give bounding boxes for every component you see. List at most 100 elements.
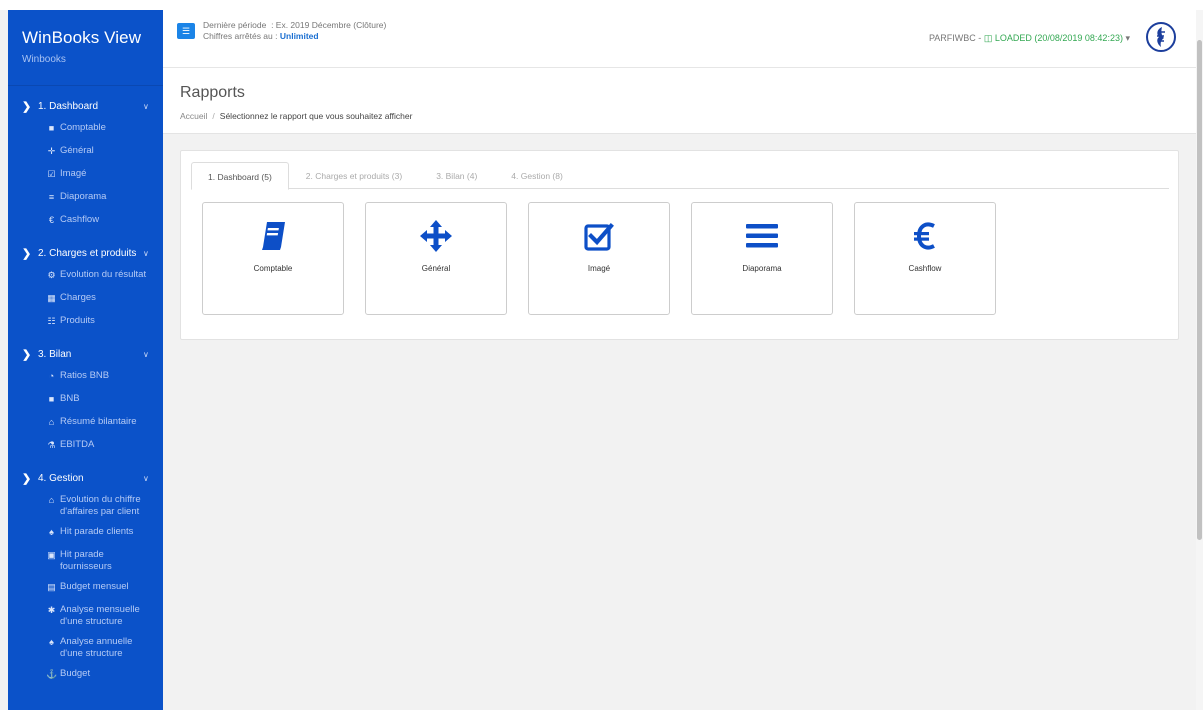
breadcrumb: Accueil / Sélectionnez le rapport que vous…: [180, 111, 1196, 121]
tab-gestion[interactable]: 4. Gestion (8): [494, 162, 580, 189]
euro-icon: [913, 221, 937, 251]
tab-dashboard[interactable]: 1. Dashboard (5): [191, 162, 289, 190]
reports-panel: 1. Dashboard (5) 2. Charges et produits …: [180, 150, 1179, 340]
sidebar-item[interactable]: ✱ Analyse mensuelle d'une structure: [8, 600, 163, 632]
user-avatar[interactable]: [1146, 22, 1176, 52]
check-square-icon: ☑: [47, 169, 56, 179]
chevron-down-icon: ∨: [143, 102, 149, 111]
tab-bilan[interactable]: 3. Bilan (4): [419, 162, 494, 189]
sidebar-item[interactable]: ⚗ EBITDA: [8, 435, 163, 458]
chevron-down-icon: ∨: [143, 350, 149, 359]
report-tile-diaporama[interactable]: Diaporama: [691, 202, 833, 315]
report-tile-comptable[interactable]: Comptable: [202, 202, 344, 315]
sidebar-item[interactable]: ♠ Hit parade clients: [8, 522, 163, 545]
topbar: ☰ Dernière période : Ex. 2019 Décembre (…: [163, 10, 1196, 68]
sidebar-item[interactable]: ■ BNB: [8, 389, 163, 412]
sidebar-item[interactable]: ▤ Budget mensuel: [8, 577, 163, 600]
database-status-dropdown[interactable]: PARFIWBC - ◫ LOADED (20/08/2019 08:42:23…: [929, 33, 1130, 44]
loaded-label: LOADED: [994, 33, 1032, 43]
check-square-icon: [584, 221, 614, 251]
database-icon: ◫: [983, 33, 993, 43]
euro-icon: €: [48, 215, 54, 225]
report-tabs: 1. Dashboard (5) 2. Charges et produits …: [191, 162, 1169, 190]
menu-toggle-button[interactable]: ☰: [177, 23, 195, 39]
sidebar-item[interactable]: ⌂ Résumé bilantaire: [8, 412, 163, 435]
sidebar-item-label: Analyse annuelle d'une structure: [60, 636, 133, 659]
sidebar-section-toggle-gestion[interactable]: ❯ 4. Gestion ∨: [8, 467, 163, 490]
list-icon: [746, 221, 778, 251]
sidebar-section-gestion: ❯ 4. Gestion ∨ ⌂ Evolution du chiffre d'affa…: [8, 467, 163, 687]
list-icon: ≡: [48, 192, 55, 202]
sidebar-item-label: BNB: [60, 393, 80, 404]
sidebar-section-label: 4. Gestion: [38, 473, 84, 484]
tile-label: Cashflow: [908, 264, 942, 273]
page-scrollbar[interactable]: [1196, 10, 1203, 710]
sidebar-section-dashboard: ❯ 1. Dashboard ∨ ■ Comptable ✛ Général ☑ Imagé ≡ D…: [8, 95, 163, 233]
table-icon: ▦: [47, 293, 56, 303]
main-content: Rapports Accueil / Sélectionnez le rapport…: [163, 68, 1196, 710]
sidebar-item[interactable]: ≡ Diaporama: [8, 187, 163, 210]
sidebar-item[interactable]: ▣ Hit parade fournisseurs: [8, 545, 163, 577]
app-title[interactable]: WinBooks View: [22, 28, 163, 48]
sidebar-item-label: Cashflow: [60, 214, 100, 225]
figures-label: Chiffres arrêtés au :: [203, 31, 278, 41]
bank-icon: ⌂: [48, 495, 55, 505]
sidebar-item-label: Budget mensuel: [60, 581, 129, 592]
report-tile-cashflow[interactable]: Cashflow: [854, 202, 996, 315]
period-info: Dernière période : Ex. 2019 Décembre (Cl…: [203, 20, 386, 42]
sidebar-section-toggle-dashboard[interactable]: ❯ 1. Dashboard ∨: [8, 95, 163, 118]
cogs-icon: ⚙: [47, 270, 56, 280]
sidebar-item[interactable]: ✛ Général: [8, 141, 163, 164]
sidebar-item-label: Résumé bilantaire: [60, 416, 137, 427]
sidebar-item-label: Général: [60, 145, 94, 156]
tile-label: Imagé: [587, 264, 611, 273]
chevron-down-icon: ▾: [1125, 33, 1130, 43]
sidebar-item[interactable]: ▦ Charges: [8, 288, 163, 311]
sidebar-item-label: Comptable: [60, 122, 106, 133]
page-title: Rapports: [180, 84, 245, 101]
sidebar-item-label: Diaporama: [60, 191, 107, 202]
sidebar-item[interactable]: ☑ Imagé: [8, 164, 163, 187]
sidebar-menu: ❯ 1. Dashboard ∨ ■ Comptable ✛ Général ☑ Imagé ≡ D…: [8, 95, 163, 687]
sidebar-item[interactable]: ⚙ Evolution du résultat: [8, 265, 163, 288]
asterisk-icon: ✱: [47, 605, 56, 615]
sidebar-item[interactable]: ◔ Ratios BNB: [8, 366, 163, 389]
sidebar-item-label: Analyse mensuelle d'une structure: [60, 604, 140, 627]
sidebar-section-toggle-charges-et-produits[interactable]: ❯ 2. Charges et produits ∨: [8, 242, 163, 265]
tile-label: Général: [421, 264, 451, 273]
sidebar-item-label: Budget: [60, 668, 91, 679]
tab-charges-et-produits[interactable]: 2. Charges et produits (3): [289, 162, 419, 189]
scrollbar-thumb[interactable]: [1197, 40, 1202, 540]
sidebar-item-label: Hit parade clients: [60, 526, 134, 537]
chevron-right-icon: ❯: [22, 101, 32, 113]
sidebar-item[interactable]: € Cashflow: [8, 210, 163, 233]
arrows-move-icon: ✛: [47, 146, 56, 156]
report-tile-image[interactable]: Imagé: [528, 202, 670, 315]
figures-value-link[interactable]: Unlimited: [280, 31, 319, 41]
bank-icon: ⌂: [48, 417, 55, 427]
report-tiles: Comptable Général Imagé Diaporama Cashfl…: [202, 202, 1017, 315]
sidebar-item-label: Ratios BNB: [60, 370, 110, 381]
chevron-right-icon: ❯: [22, 349, 32, 361]
sidebar-section-charges-et-produits: ❯ 2. Charges et produits ∨ ⚙ Evolution du ré…: [8, 242, 163, 334]
arrows-move-icon: [419, 220, 453, 252]
sidebar-item[interactable]: ⌂ Evolution du chiffre d'affaires par cli…: [8, 490, 163, 522]
sidebar-item-label: Imagé: [60, 168, 87, 179]
sidebar-item[interactable]: ☷ Produits: [8, 311, 163, 334]
breadcrumb-current: Sélectionnez le rapport que vous souhait…: [219, 111, 413, 121]
sidebar-item[interactable]: ■ Comptable: [8, 118, 163, 141]
anchor-icon: ⚓: [46, 669, 58, 679]
calendar-icon: ▤: [47, 582, 56, 592]
app-window: WinBooks View Winbooks ❯ 1. Dashboard ∨ ■ Co…: [0, 0, 1203, 710]
report-tile-general[interactable]: Général: [365, 202, 507, 315]
sidebar-item-label: Evolution du chiffre d'affaires par clie…: [60, 494, 141, 517]
tile-label: Diaporama: [742, 264, 782, 273]
breadcrumb-home-link[interactable]: Accueil: [180, 111, 207, 121]
database-name: PARFIWBC -: [928, 33, 982, 43]
sidebar-item[interactable]: ⚓ Budget: [8, 664, 163, 687]
trophy-icon: ♠: [49, 527, 54, 537]
book-icon: [260, 221, 286, 251]
app-subtitle: Winbooks: [22, 54, 66, 65]
sidebar-section-toggle-bilan[interactable]: ❯ 3. Bilan ∨: [8, 343, 163, 366]
sidebar-item[interactable]: ♠ Analyse annuelle d'une structure: [8, 632, 163, 664]
